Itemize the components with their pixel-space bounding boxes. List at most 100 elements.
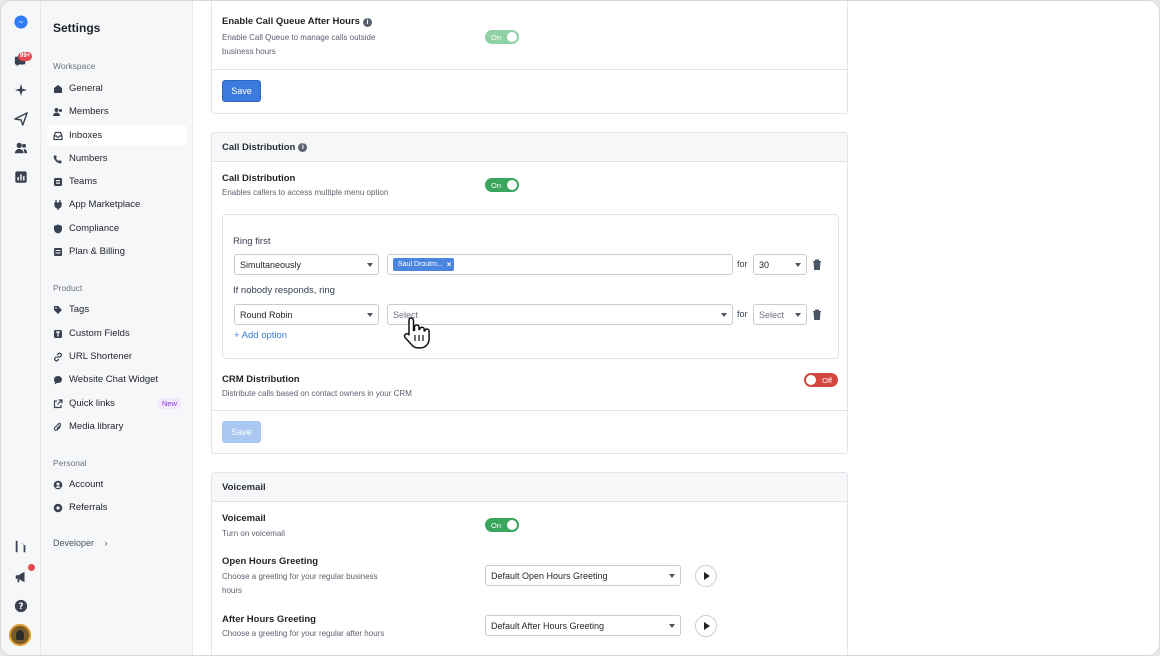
announcement-icon[interactable] xyxy=(11,567,31,587)
ring-first-agents-input[interactable]: Saul Droutm... × xyxy=(387,254,733,275)
queue-toggle[interactable]: On xyxy=(485,30,519,44)
chevron-down-icon xyxy=(367,313,373,317)
agent-chip: Saul Droutm... × xyxy=(393,258,455,271)
sidebar-item-referrals[interactable]: Referrals xyxy=(47,497,187,518)
section-personal: Personal xyxy=(53,458,87,468)
sidebar-item-app-marketplace[interactable]: App Marketplace xyxy=(47,194,187,215)
chevron-right-icon: › xyxy=(104,538,108,548)
main-content: Enable Call Queue After Hours i Enable Ca… xyxy=(193,1,1159,655)
sidebar-item-url-shortener[interactable]: URL Shortener xyxy=(47,346,187,367)
sidebar-item-account[interactable]: Account xyxy=(47,474,187,495)
distribution-title: Call Distribution xyxy=(222,173,296,184)
crm-title: CRM Distribution xyxy=(222,374,300,385)
contacts-icon[interactable] xyxy=(11,138,31,158)
distribution-toggle[interactable]: On xyxy=(485,178,519,192)
sidebar-item-label: Teams xyxy=(69,176,97,187)
svg-text:?: ? xyxy=(18,602,23,612)
for-label: for xyxy=(737,309,748,319)
info-icon[interactable]: i xyxy=(362,18,372,27)
delete-icon[interactable] xyxy=(812,259,822,270)
sidebar-item-label: Website Chat Widget xyxy=(69,374,159,385)
building-icon xyxy=(53,84,63,94)
sidebar-item-label: General xyxy=(69,83,103,94)
distribution-description: Enables callers to access multiple menu … xyxy=(222,188,389,197)
card-header: Call Distribution i xyxy=(212,133,847,162)
crm-toggle[interactable]: Off xyxy=(804,373,838,387)
chevron-down-icon xyxy=(795,313,801,317)
sidebar-item-developer[interactable]: Developer › xyxy=(53,538,108,548)
external-link-icon xyxy=(53,398,63,409)
card-header: Voicemail xyxy=(212,473,847,502)
after-hours-greeting-select[interactable]: Default After Hours Greeting xyxy=(485,615,681,636)
sidebar-item-custom-fields[interactable]: Custom Fields xyxy=(47,323,187,344)
settings-sidebar: Settings Workspace General Members Inbox… xyxy=(41,1,193,655)
add-option-link[interactable]: + Add option xyxy=(234,330,287,341)
divider xyxy=(212,410,847,411)
save-button[interactable]: Save xyxy=(222,80,261,102)
sidebar-item-plan-billing[interactable]: Plan & Billing xyxy=(47,241,187,262)
account-icon xyxy=(53,480,63,490)
for-label: for xyxy=(737,259,748,269)
send-icon[interactable] xyxy=(11,109,31,129)
sidebar-item-label: Numbers xyxy=(69,153,108,164)
tools-icon[interactable] xyxy=(11,537,31,557)
sidebar-item-inboxes[interactable]: Inboxes xyxy=(47,125,187,146)
voicemail-description: Turn on voicemail xyxy=(222,529,285,538)
reports-icon[interactable] xyxy=(11,167,31,187)
notification-count-badge: 99+ xyxy=(18,52,33,61)
shield-icon xyxy=(53,224,63,234)
delete-icon[interactable] xyxy=(812,309,822,320)
sidebar-item-quick-links[interactable]: Quick links New xyxy=(47,393,187,414)
sidebar-item-numbers[interactable]: Numbers xyxy=(47,148,187,169)
phone-icon xyxy=(53,154,63,164)
nobody-target-select[interactable]: Select xyxy=(387,304,733,325)
ring-rules-panel: Ring first Simultaneously Saul Droutm...… xyxy=(222,214,839,359)
sidebar-item-label: App Marketplace xyxy=(69,199,141,210)
nobody-seconds-select[interactable]: Select xyxy=(753,304,807,325)
sidebar-item-teams[interactable]: Teams xyxy=(47,171,187,192)
section-product: Product xyxy=(53,283,83,293)
chevron-down-icon xyxy=(669,574,675,578)
nobody-strategy-select[interactable]: Round Robin xyxy=(234,304,379,325)
sparkle-icon[interactable] xyxy=(11,80,31,100)
sidebar-item-label: Tags xyxy=(69,304,90,315)
sidebar-item-label: Media library xyxy=(69,421,124,432)
user-avatar[interactable] xyxy=(9,624,31,646)
plug-icon xyxy=(53,199,63,210)
paperclip-icon xyxy=(53,422,63,432)
open-hours-greeting-select[interactable]: Default Open Hours Greeting xyxy=(485,565,681,586)
info-icon[interactable]: i xyxy=(298,142,308,152)
sidebar-item-label: Quick links xyxy=(69,398,115,409)
sidebar-item-label: Referrals xyxy=(69,502,108,513)
chevron-down-icon xyxy=(669,624,675,628)
ring-first-strategy-select[interactable]: Simultaneously xyxy=(234,254,379,275)
billing-icon xyxy=(53,247,63,257)
chevron-down-icon xyxy=(795,263,801,267)
messenger-logo-icon[interactable] xyxy=(11,12,31,32)
sidebar-item-members[interactable]: Members xyxy=(47,101,187,122)
sidebar-item-general[interactable]: General xyxy=(47,78,187,99)
sidebar-item-compliance[interactable]: Compliance xyxy=(47,218,187,239)
sidebar-item-tags[interactable]: Tags xyxy=(47,299,187,320)
play-icon[interactable] xyxy=(695,615,717,637)
chevron-down-icon xyxy=(367,263,373,267)
chat-bubble-icon xyxy=(53,375,63,385)
crm-description: Distribute calls based on contact owners… xyxy=(222,389,412,398)
voicemail-toggle[interactable]: On xyxy=(485,518,519,532)
call-distribution-card: Call Distribution i Call Distribution Ena… xyxy=(211,132,848,454)
remove-chip-icon[interactable]: × xyxy=(447,260,452,269)
sidebar-item-website-chat-widget[interactable]: Website Chat Widget xyxy=(47,369,187,390)
inbox-icon xyxy=(53,131,63,141)
after-hours-title: After Hours Greeting xyxy=(222,614,316,625)
sidebar-item-media-library[interactable]: Media library xyxy=(47,416,187,437)
ring-first-seconds-select[interactable]: 30 xyxy=(753,254,807,275)
chevron-down-icon xyxy=(721,313,727,317)
nobody-responds-label: If nobody responds, ring xyxy=(233,285,335,296)
tag-icon xyxy=(53,305,63,315)
save-button[interactable]: Save xyxy=(222,421,261,443)
voicemail-card: Voicemail Voicemail Turn on voicemail On… xyxy=(211,472,848,655)
help-icon[interactable]: ? xyxy=(11,596,31,616)
section-workspace: Workspace xyxy=(53,61,96,71)
teams-icon xyxy=(53,177,63,187)
play-icon[interactable] xyxy=(695,565,717,587)
